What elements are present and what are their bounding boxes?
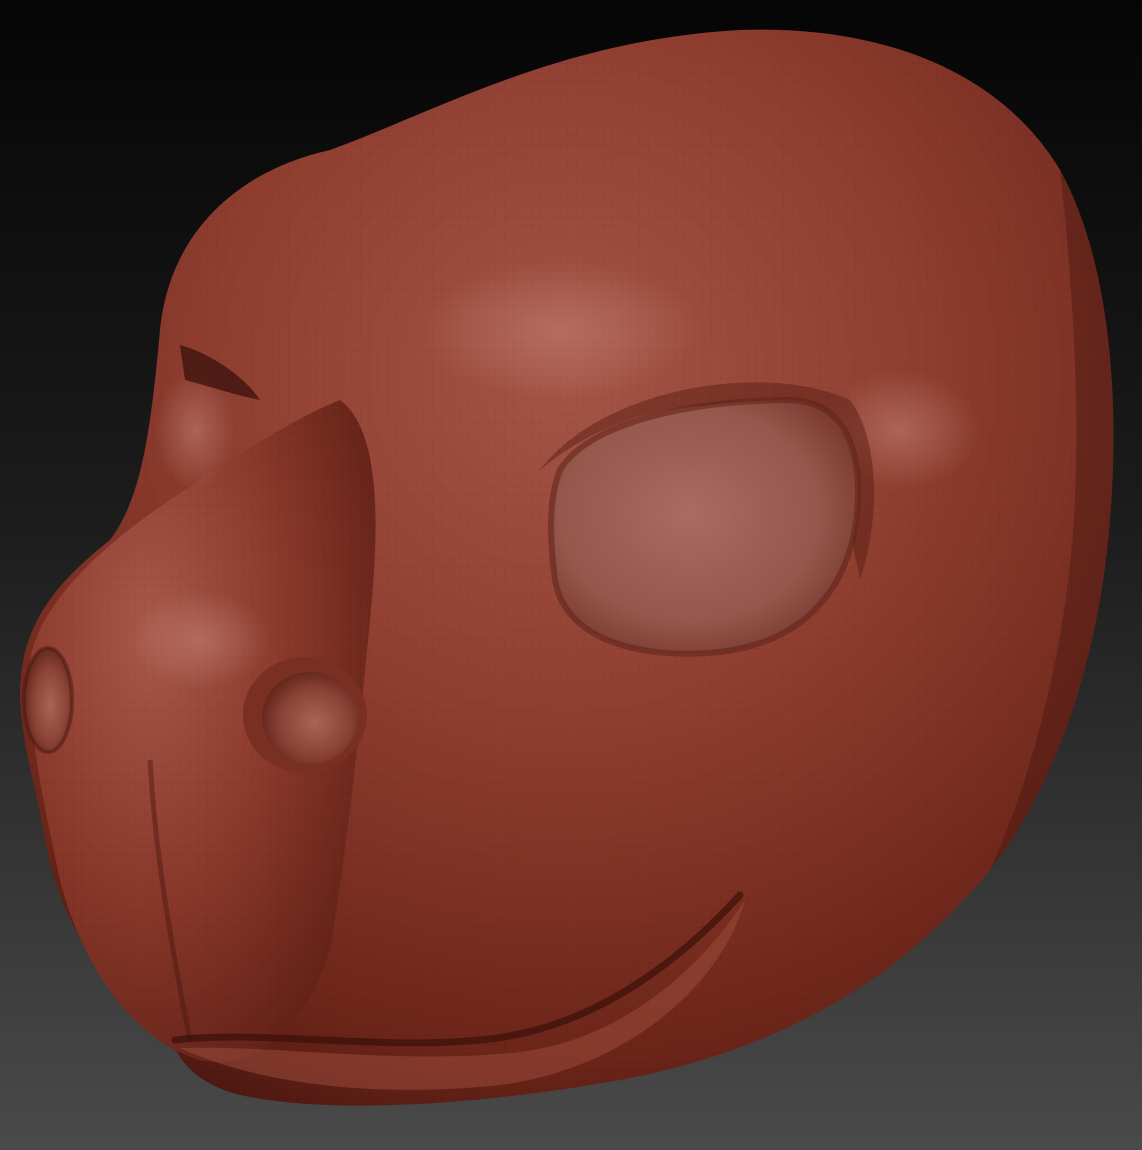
snout-highlight	[130, 590, 270, 690]
model-render[interactable]	[0, 0, 1142, 1150]
viewport[interactable]	[0, 0, 1142, 1150]
eye-socket	[548, 396, 862, 657]
side-nostril	[262, 672, 358, 764]
front-nostril	[22, 646, 74, 754]
brow-highlight	[420, 260, 700, 400]
